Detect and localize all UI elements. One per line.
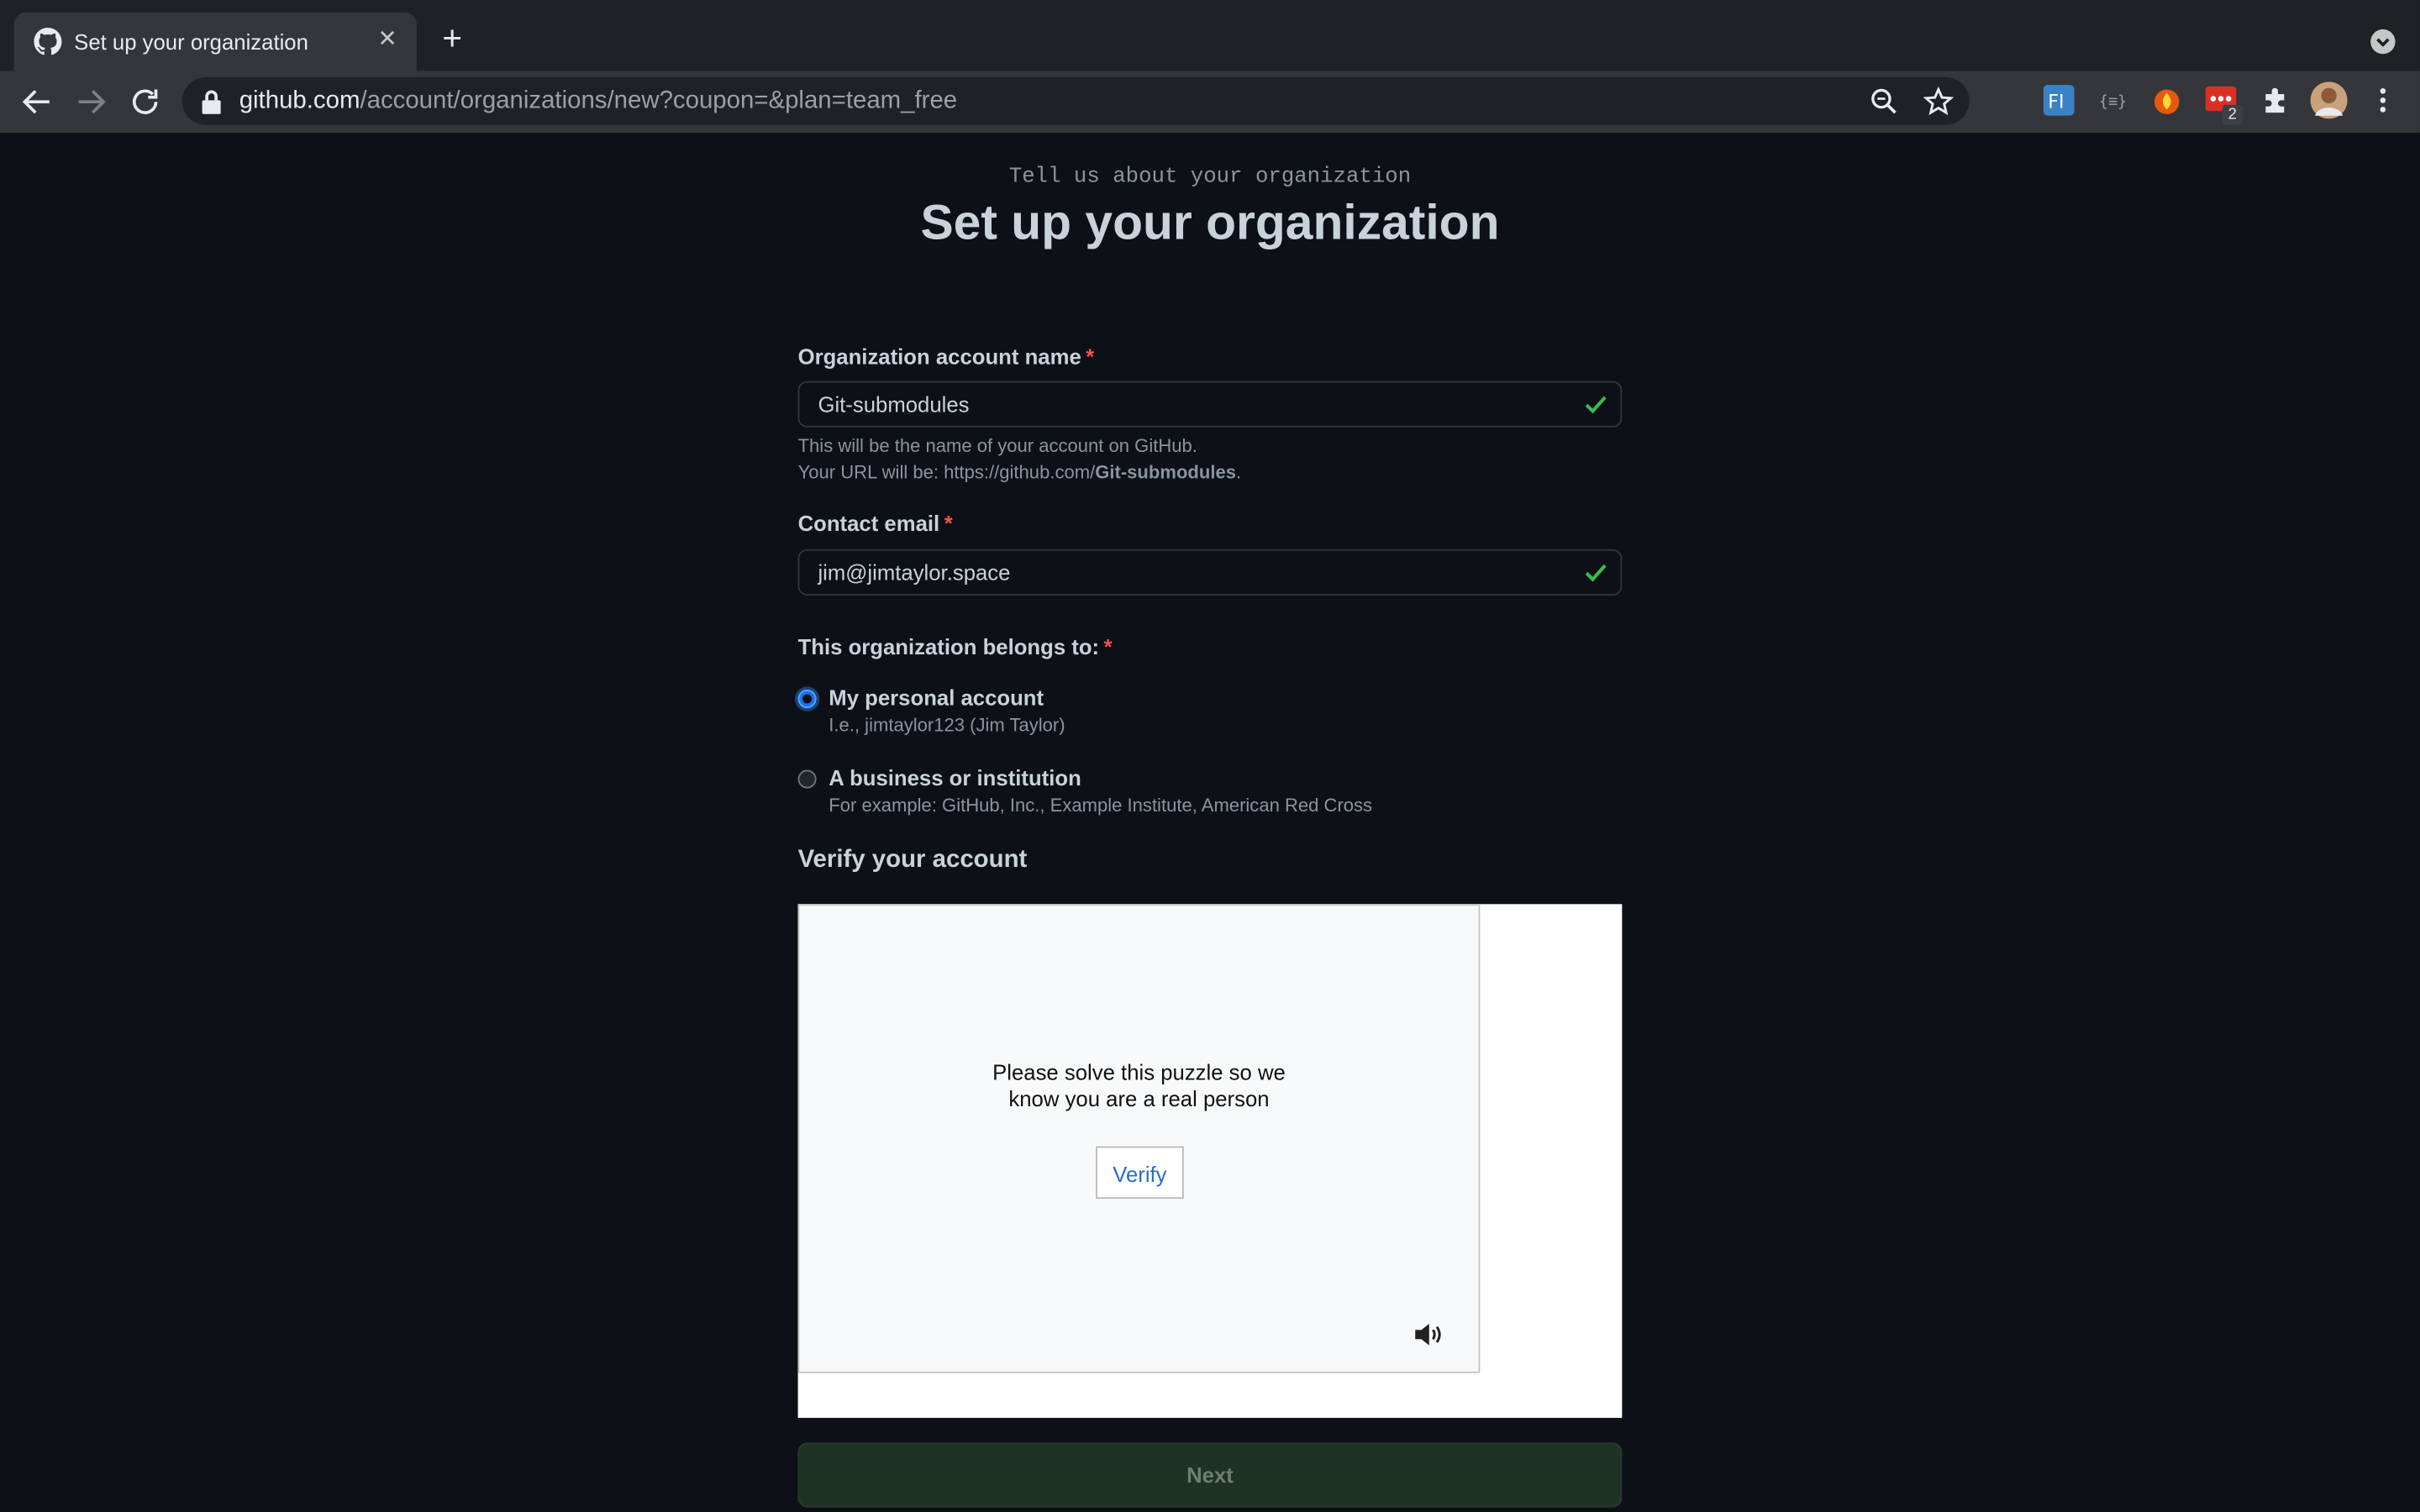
github-icon	[34, 28, 62, 55]
page-subtitle: Tell us about your organization	[1008, 165, 1412, 190]
url-host: github.com	[239, 87, 360, 114]
org-name-input[interactable]: Git-submodules	[797, 381, 1623, 428]
forward-icon[interactable]	[72, 83, 109, 120]
url-text[interactable]: github.com/account/organizations/new?cou…	[239, 88, 957, 116]
check-icon	[1585, 564, 1607, 582]
check-icon	[1585, 396, 1607, 414]
bookmark-star-icon[interactable]	[1923, 86, 1954, 118]
captcha-frame: Please solve this puzzle so we know you …	[797, 904, 1623, 1418]
next-button[interactable]: Next	[797, 1442, 1623, 1508]
captcha-prompt-line1: Please solve this puzzle so we	[992, 1059, 1286, 1085]
url-prefix: Your URL will be: https://github.com/	[797, 461, 1096, 483]
verify-section-title: Verify your account	[797, 847, 1028, 874]
browser-menu-icon[interactable]	[2367, 85, 2398, 116]
extension-bracket-icon[interactable]: {≡}	[2097, 85, 2128, 116]
extension-fi-icon[interactable]: FI	[2043, 85, 2075, 116]
org-name-note-line1: This will be the name of your account on…	[797, 434, 1197, 457]
extension-badge: 2	[2222, 104, 2243, 125]
zoom-icon[interactable]	[1869, 87, 1900, 118]
email-label: Contact email *	[798, 511, 953, 535]
required-mark: *	[1103, 633, 1113, 659]
url-org-name: Git-submodules	[1095, 461, 1236, 483]
radio-label: My personal account	[829, 685, 1044, 710]
tab-strip: Set up your organization ✕ +	[0, 0, 2420, 71]
org-name-value: Git-submodules	[818, 391, 970, 417]
tab-title: Set up your organization	[74, 29, 308, 55]
required-mark: *	[1086, 344, 1095, 369]
profile-avatar[interactable]	[2310, 81, 2348, 119]
page-title: Set up your organization	[920, 194, 1500, 250]
close-tab-icon[interactable]: ✕	[373, 26, 401, 54]
back-icon[interactable]	[18, 83, 55, 120]
captcha-prompt: Please solve this puzzle so we know you …	[799, 1060, 1478, 1112]
svg-text:FI: FI	[2048, 92, 2064, 113]
radio-label: A business or institution	[829, 765, 1081, 790]
address-bar[interactable]: github.com/account/organizations/new?cou…	[182, 76, 1970, 125]
extensions-puzzle-icon[interactable]	[2260, 85, 2291, 116]
belongs-to-label: This organization belongs to: *	[798, 634, 1113, 659]
url-path: /account/organizations/new?coupon=&plan=…	[360, 87, 958, 114]
browser-tab[interactable]: Set up your organization ✕	[13, 12, 417, 71]
belongs-to-label-text: This organization belongs to:	[797, 633, 1100, 659]
radio-description: For example: GitHub, Inc., Example Insti…	[829, 794, 1373, 816]
email-value: jim@jimtaylor.space	[818, 559, 1011, 585]
audio-icon[interactable]	[1413, 1320, 1444, 1348]
captcha-prompt-line2: know you are a real person	[1008, 1086, 1270, 1111]
org-name-note: This will be the name of your account on…	[798, 433, 1242, 486]
new-tab-icon[interactable]: +	[435, 21, 469, 57]
radio-button[interactable]	[797, 769, 817, 789]
svg-text:{≡}: {≡}	[2099, 93, 2127, 111]
radio-button-checked[interactable]	[797, 690, 817, 709]
tab-search-icon[interactable]	[2369, 28, 2396, 55]
page-content: Tell us about your organization Set up y…	[0, 132, 2420, 1512]
email-label-text: Contact email	[797, 510, 940, 536]
org-name-label: Organization account name *	[798, 344, 1095, 369]
email-field[interactable]: jim@jimtaylor.space	[797, 549, 1623, 596]
browser-toolbar: github.com/account/organizations/new?cou…	[0, 71, 2420, 134]
radio-description: I.e., jimtaylor123 (Jim Taylor)	[829, 714, 1065, 737]
extension-flame-icon[interactable]	[2151, 85, 2182, 116]
verify-button[interactable]: Verify	[1096, 1146, 1184, 1200]
org-name-note-line2: Your URL will be: https://github.com/Git…	[798, 459, 1242, 486]
org-name-label-text: Organization account name	[797, 344, 1081, 369]
url-suffix: .	[1235, 461, 1242, 483]
lock-icon[interactable]	[201, 90, 223, 114]
required-mark: *	[944, 510, 953, 536]
captcha-panel: Please solve this puzzle so we know you …	[797, 904, 1481, 1373]
reload-icon[interactable]	[127, 83, 164, 120]
